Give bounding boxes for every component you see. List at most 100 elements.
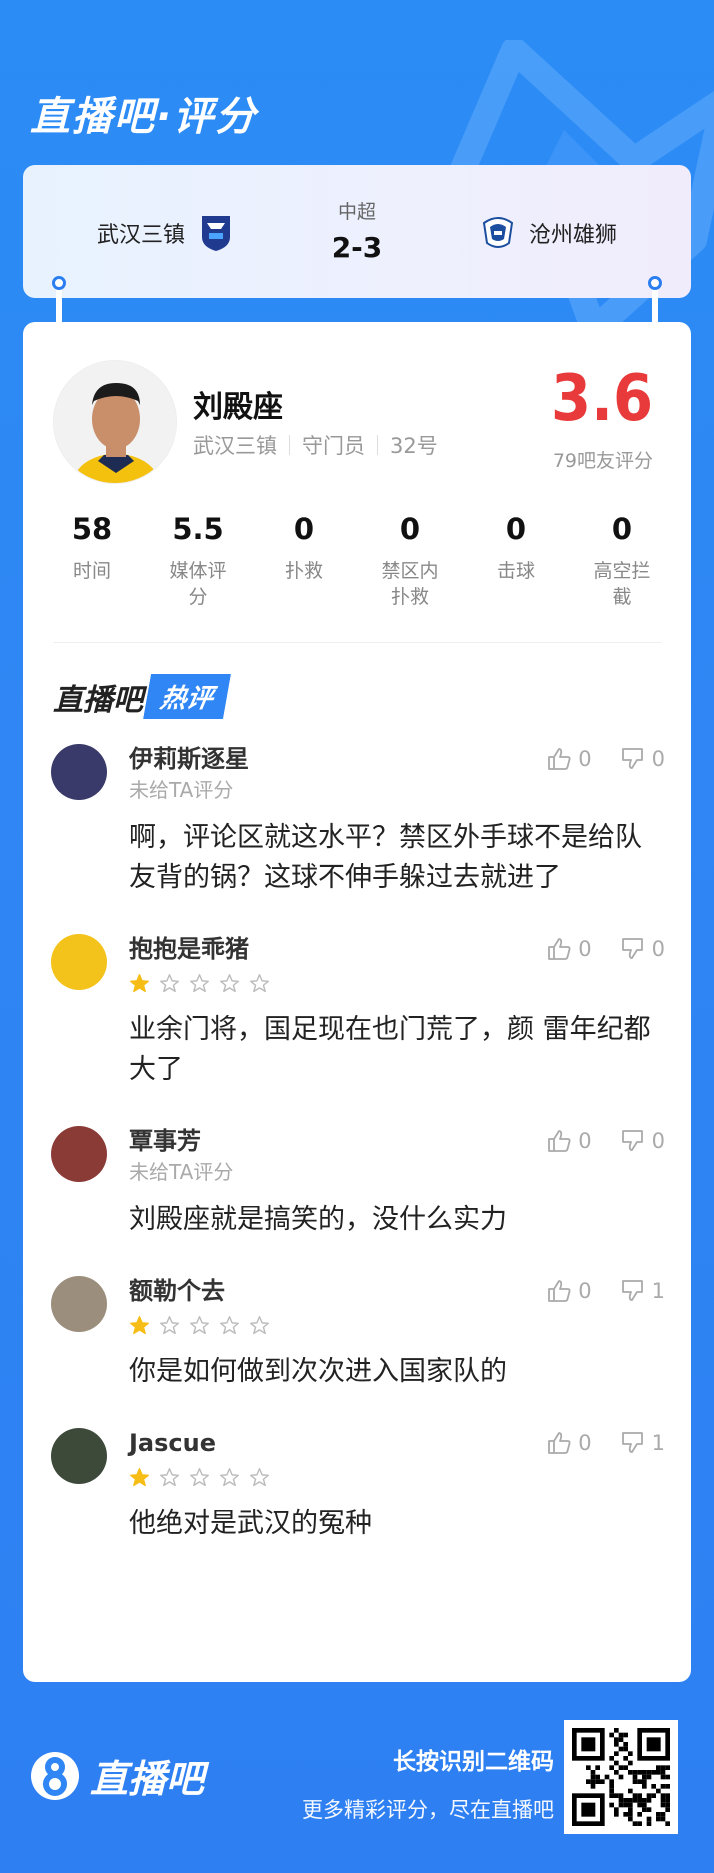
stat-value: 0	[399, 512, 421, 546]
stat-item: 0 击球	[463, 512, 569, 610]
star-empty-icon	[220, 973, 239, 992]
qr-hint: 长按识别二维码 更多精彩评分，尽在直播吧	[302, 1742, 554, 1824]
like-button[interactable]: 0	[546, 936, 592, 962]
stat-value: 5.5	[172, 512, 224, 546]
like-button[interactable]: 0	[546, 746, 592, 772]
stat-label: 媒体评分	[169, 560, 227, 608]
page-title: 直播吧·评分	[30, 94, 258, 140]
like-button[interactable]: 0	[546, 1430, 592, 1456]
star-empty-icon	[190, 1315, 209, 1334]
thumbs-down-icon	[620, 936, 646, 962]
meta-divider	[289, 435, 290, 455]
stat-value: 0	[505, 512, 527, 546]
player-meta: 武汉三镇 守门员 32号	[193, 430, 438, 460]
comment-rating-text: 未给TA评分	[129, 778, 234, 802]
thumbs-up-icon	[546, 936, 572, 962]
player-avatar	[53, 360, 177, 484]
dislike-count: 0	[651, 937, 665, 961]
comment-star-rating	[129, 1312, 665, 1338]
dislike-count: 1	[651, 1431, 665, 1455]
thumbs-down-icon	[620, 746, 646, 772]
stat-label: 禁区内扑救	[381, 560, 439, 608]
thumbs-up-icon	[546, 1128, 572, 1154]
dislike-button[interactable]: 0	[620, 936, 665, 962]
comment-avatar[interactable]	[51, 934, 107, 990]
away-team-badge-icon	[482, 217, 514, 248]
comment-star-rating	[129, 1464, 665, 1490]
fan-rating-count: 79吧友评分	[552, 450, 653, 472]
fan-rating-score: 3.6	[551, 362, 653, 436]
hot-heading-tag: 热评	[143, 674, 231, 719]
star-empty-icon	[250, 973, 269, 992]
player-rating-card: 刘殿座 武汉三镇 守门员 32号 3.6 79吧友评分 58 时间 5.5 媒体评分…	[23, 322, 691, 1682]
comment-text: 他绝对是武汉的冤种	[129, 1508, 372, 1539]
stat-item: 0 高空拦截	[569, 512, 675, 610]
player-name: 刘殿座	[193, 390, 283, 425]
qr-code[interactable]	[564, 1720, 678, 1834]
comment-text: 业余门将，国足现在也门荒了，颜 雷年纪都大了	[129, 1014, 651, 1085]
like-count: 0	[578, 1279, 592, 1303]
player-stats: 58 时间 5.5 媒体评分 0 扑救 0 禁区内扑救 0 击球 0 高空拦截	[39, 512, 675, 610]
comment-avatar[interactable]	[51, 744, 107, 800]
stat-item: 58 时间	[39, 512, 145, 610]
comment-rating-text: 未给TA评分	[129, 1160, 234, 1184]
player-position: 守门员	[302, 434, 365, 458]
thumbs-up-icon	[546, 1430, 572, 1456]
brand-logo: 直播吧	[30, 1748, 204, 1803]
thumbs-down-icon	[620, 1128, 646, 1154]
star-filled-icon	[130, 1315, 149, 1334]
like-count: 0	[578, 1431, 592, 1455]
dislike-button[interactable]: 0	[620, 1128, 665, 1154]
qr-code-icon	[572, 1728, 670, 1826]
stat-item: 5.5 媒体评分	[145, 512, 251, 610]
star-filled-icon	[130, 1467, 149, 1486]
logo-8-icon	[31, 1751, 79, 1800]
stat-item: 0 扑救	[251, 512, 357, 610]
stat-value: 0	[293, 512, 315, 546]
stat-label: 扑救	[284, 560, 323, 582]
qr-title: 长按识别二维码	[393, 1749, 554, 1775]
dislike-count: 0	[651, 747, 665, 771]
meta-divider	[377, 435, 378, 455]
stat-label: 击球	[496, 560, 535, 582]
comment-star-rating	[129, 970, 665, 996]
like-button[interactable]: 0	[546, 1128, 592, 1154]
player-number: 32号	[390, 434, 438, 458]
comment-votes: 00	[546, 1128, 665, 1154]
dislike-button[interactable]: 0	[620, 746, 665, 772]
star-empty-icon	[160, 1315, 179, 1334]
star-empty-icon	[160, 973, 179, 992]
comment-votes: 01	[546, 1430, 665, 1456]
player-photo-icon	[54, 361, 176, 483]
stat-label: 时间	[72, 560, 111, 582]
star-empty-icon	[220, 1467, 239, 1486]
comment-avatar[interactable]	[51, 1126, 107, 1182]
logo-text: 直播吧	[90, 1757, 205, 1801]
qr-subtitle: 更多精彩评分，尽在直播吧	[302, 1798, 554, 1822]
comment-text: 刘殿座就是搞笑的，没什么实力	[129, 1204, 507, 1235]
comment-list: 伊莉斯逐星 未给TA评分 啊，评论区就这水平？禁区外手球不是给队友背的锅？这球不伸手…	[51, 742, 665, 1578]
star-empty-icon	[250, 1315, 269, 1334]
like-count: 0	[578, 937, 592, 961]
comment-item: Jascue 他绝对是武汉的冤种 0 1	[51, 1426, 665, 1544]
stat-value: 0	[611, 512, 633, 546]
dislike-button[interactable]: 1	[620, 1278, 665, 1304]
stat-value: 58	[71, 512, 113, 546]
dislike-count: 1	[651, 1279, 665, 1303]
star-empty-icon	[250, 1467, 269, 1486]
hot-comments-heading: 直播吧 热评	[53, 674, 227, 719]
hot-heading-prefix: 直播吧	[53, 682, 143, 718]
stat-item: 0 禁区内扑救	[357, 512, 463, 610]
like-button[interactable]: 0	[546, 1278, 592, 1304]
comment-votes: 01	[546, 1278, 665, 1304]
comment-item: 抱抱是乖猪 业余门将，国足现在也门荒了，颜 雷年纪都大了 0 0	[51, 932, 665, 1090]
comment-item: 伊莉斯逐星 未给TA评分 啊，评论区就这水平？禁区外手球不是给队友背的锅？这球不伸手…	[51, 742, 665, 898]
player-team: 武汉三镇	[193, 434, 277, 458]
dislike-count: 0	[651, 1129, 665, 1153]
comment-avatar[interactable]	[51, 1428, 107, 1484]
comment-avatar[interactable]	[51, 1276, 107, 1332]
star-empty-icon	[190, 973, 209, 992]
dislike-button[interactable]: 1	[620, 1430, 665, 1456]
comment-text: 你是如何做到次次进入国家队的	[129, 1356, 507, 1387]
thumbs-up-icon	[546, 746, 572, 772]
